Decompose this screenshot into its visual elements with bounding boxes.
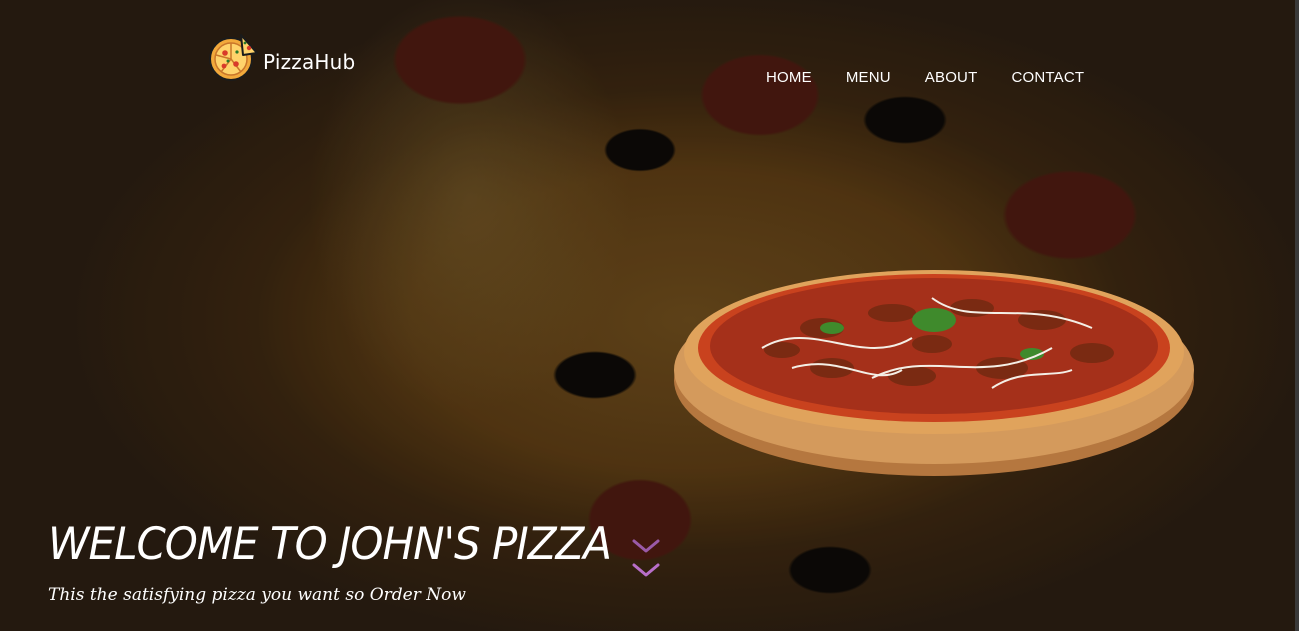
nav-menu[interactable]: MENU <box>846 69 891 86</box>
pizza-on-wooden-board-image <box>674 270 1194 476</box>
chevron-double-down-icon[interactable] <box>630 535 662 583</box>
brand[interactable]: PizzaHub <box>207 31 355 83</box>
main-nav: HOME MENU ABOUT CONTACT <box>766 69 1084 86</box>
nav-home[interactable]: HOME <box>766 69 812 86</box>
hero-background: PizzaHub HOME MENU ABOUT CONTACT WELCOME… <box>0 0 1299 631</box>
hero-title: WELCOME TO JOHN'S PIZZA <box>48 518 612 570</box>
hero-subtitle: This the satisfying pizza you want so Or… <box>48 585 466 605</box>
scrollbar[interactable] <box>1295 0 1299 631</box>
pizza-icon <box>209 34 258 81</box>
nav-contact[interactable]: CONTACT <box>1011 69 1084 86</box>
brand-name: PizzaHub <box>263 50 356 74</box>
nav-about[interactable]: ABOUT <box>925 69 978 86</box>
